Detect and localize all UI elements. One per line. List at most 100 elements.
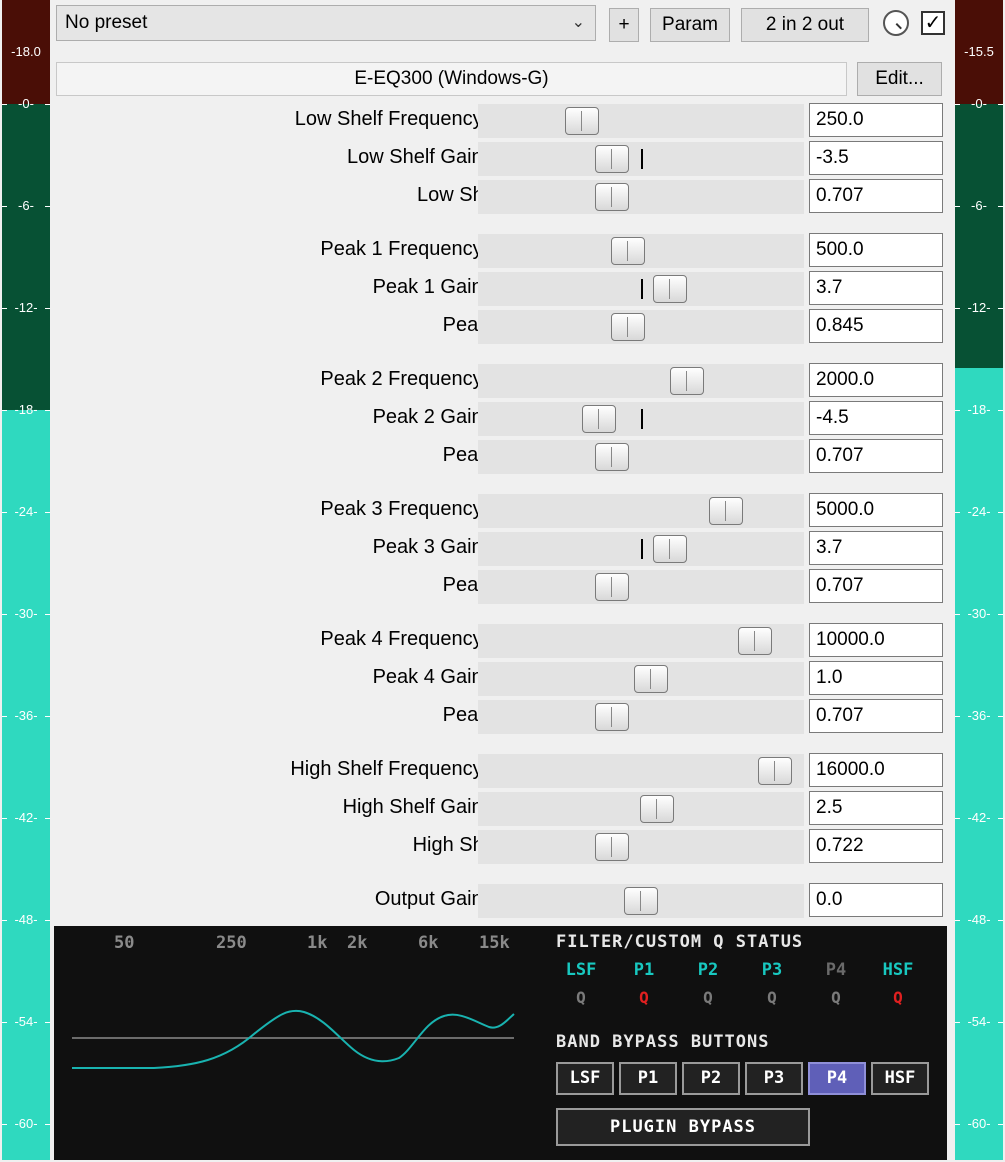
slider-thumb[interactable] <box>594 573 629 601</box>
slider-thumb[interactable] <box>633 665 668 693</box>
custom-q-indicator: Q <box>576 988 586 1007</box>
slider-thumb[interactable] <box>594 443 629 471</box>
zero-marker <box>641 539 643 559</box>
param-slider[interactable] <box>478 180 804 214</box>
band-bypass-button[interactable]: P2 <box>682 1062 740 1095</box>
param-slider[interactable] <box>478 310 804 344</box>
param-slider[interactable] <box>478 792 804 826</box>
param-row: Peak 1 Gain (dB) 3.7 <box>56 271 946 306</box>
add-preset-button[interactable]: + <box>609 8 639 42</box>
band-bypass-button[interactable]: P4 <box>808 1062 866 1095</box>
param-slider[interactable] <box>478 440 804 474</box>
freq-axis-label: 50 <box>114 933 135 953</box>
param-value-input[interactable]: 250.0 <box>809 103 943 137</box>
slider-thumb[interactable] <box>708 497 743 525</box>
enable-checkbox[interactable]: ✓ <box>921 11 945 35</box>
param-row: Peak 4 Q0.707 <box>56 699 946 734</box>
param-slider[interactable] <box>478 624 804 658</box>
meter-tick-label: -54- <box>955 1014 1003 1029</box>
param-value-input[interactable]: 3.7 <box>809 531 943 565</box>
param-value-input[interactable]: 0.707 <box>809 569 943 603</box>
param-slider[interactable] <box>478 364 804 398</box>
param-value-input[interactable]: 0.845 <box>809 309 943 343</box>
slider-thumb[interactable] <box>640 795 675 823</box>
param-slider[interactable] <box>478 754 804 788</box>
band-bypass-button[interactable]: P1 <box>619 1062 677 1095</box>
param-row: Low Shelf Gain (dB) -3.5 <box>56 141 946 176</box>
meter-tick-label: -36- <box>955 708 1003 723</box>
param-slider[interactable] <box>478 532 804 566</box>
slider-thumb[interactable] <box>594 145 629 173</box>
param-value-input[interactable]: 0.0 <box>809 883 943 917</box>
meter-tick-label: -30- <box>955 606 1003 621</box>
status-title: FILTER/CUSTOM Q STATUS <box>556 932 804 952</box>
meter-tick-label: -48- <box>2 912 50 927</box>
slider-thumb[interactable] <box>653 535 688 563</box>
slider-thumb[interactable] <box>757 757 792 785</box>
param-slider[interactable] <box>478 494 804 528</box>
meter-tick-label: -12- <box>2 300 50 315</box>
edit-button[interactable]: Edit... <box>857 62 942 96</box>
param-slider[interactable] <box>478 662 804 696</box>
slider-thumb[interactable] <box>594 183 629 211</box>
slider-thumb[interactable] <box>581 405 616 433</box>
band-bypass-button[interactable]: P3 <box>745 1062 803 1095</box>
slider-thumb[interactable] <box>565 107 600 135</box>
param-slider[interactable] <box>478 104 804 138</box>
meter-tick-label: -12- <box>955 300 1003 315</box>
freq-axis-label: 1k <box>307 933 328 953</box>
param-value-input[interactable]: 5000.0 <box>809 493 943 527</box>
plugin-bypass-button[interactable]: PLUGIN BYPASS <box>556 1108 810 1146</box>
param-value-input[interactable]: -4.5 <box>809 401 943 435</box>
param-value-input[interactable]: 500.0 <box>809 233 943 267</box>
param-slider[interactable] <box>478 700 804 734</box>
meter-tick-label: -18- <box>955 402 1003 417</box>
preset-value: No preset <box>65 12 148 33</box>
wet-dry-knob-icon[interactable] <box>883 10 909 36</box>
slider-thumb[interactable] <box>624 887 658 915</box>
meter-tick-label: -24- <box>955 504 1003 519</box>
preset-dropdown[interactable]: No preset ⌄ <box>56 5 596 41</box>
param-slider[interactable] <box>478 272 804 306</box>
param-row: Peak 2 Gain (dB) -4.5 <box>56 401 946 436</box>
param-slider[interactable] <box>478 142 804 176</box>
param-slider[interactable] <box>478 570 804 604</box>
custom-q-indicator: Q <box>893 988 903 1007</box>
meter-tick-label: -30- <box>2 606 50 621</box>
meter-tick-label: -0- <box>955 96 1003 111</box>
param-slider[interactable] <box>478 830 804 864</box>
param-value-input[interactable]: 0.707 <box>809 439 943 473</box>
param-slider[interactable] <box>478 884 804 918</box>
freq-axis-label: 2k <box>347 933 368 953</box>
slider-thumb[interactable] <box>594 703 629 731</box>
param-value-input[interactable]: 0.707 <box>809 179 943 213</box>
param-value-input[interactable]: 1.0 <box>809 661 943 695</box>
slider-thumb[interactable] <box>653 275 688 303</box>
meter-tick-label: -18- <box>2 402 50 417</box>
band-bypass-button[interactable]: LSF <box>556 1062 614 1095</box>
slider-thumb[interactable] <box>738 627 773 655</box>
param-value-input[interactable]: 3.7 <box>809 271 943 305</box>
param-value-input[interactable]: 10000.0 <box>809 623 943 657</box>
param-value-input[interactable]: 0.707 <box>809 699 943 733</box>
param-value-input[interactable]: 2.5 <box>809 791 943 825</box>
slider-thumb[interactable] <box>669 367 704 395</box>
param-row: Low Shelf Frequency (Hz) 250.0 <box>56 103 946 138</box>
slider-thumb[interactable] <box>610 313 645 341</box>
param-value-input[interactable]: 16000.0 <box>809 753 943 787</box>
slider-thumb[interactable] <box>594 833 629 861</box>
param-slider[interactable] <box>478 402 804 436</box>
param-button[interactable]: Param <box>650 8 730 42</box>
meter-tick-label: -60- <box>955 1116 1003 1131</box>
band-bypass-button[interactable]: HSF <box>871 1062 929 1095</box>
io-routing-button[interactable]: 2 in 2 out <box>741 8 869 42</box>
param-value-input[interactable]: 2000.0 <box>809 363 943 397</box>
slider-thumb[interactable] <box>610 237 645 265</box>
param-value-input[interactable]: 0.722 <box>809 829 943 863</box>
zero-marker <box>641 409 643 429</box>
param-slider[interactable] <box>478 234 804 268</box>
param-value-input[interactable]: -3.5 <box>809 141 943 175</box>
meter-tick-label: -42- <box>2 810 50 825</box>
band-status-label: HSF <box>882 960 914 980</box>
freq-axis-label: 250 <box>216 933 247 953</box>
